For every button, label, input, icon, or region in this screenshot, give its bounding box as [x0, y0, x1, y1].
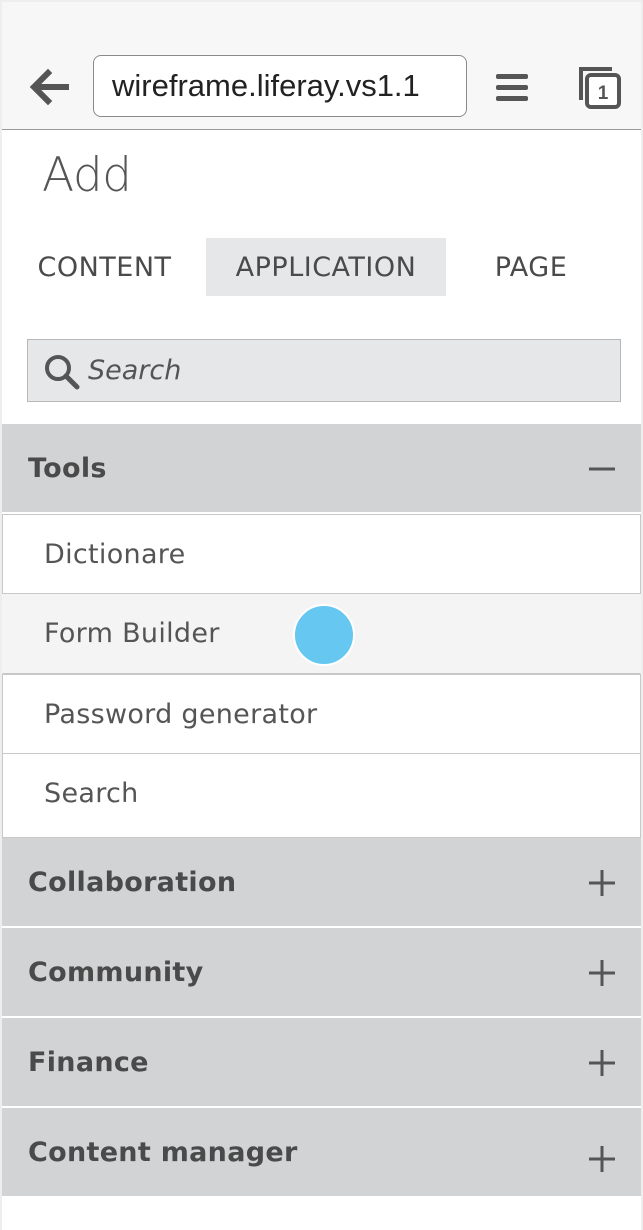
plus-icon[interactable]	[587, 958, 617, 988]
tab-application[interactable]: APPLICATION	[206, 238, 446, 296]
application-accordion: Tools Dictionare Form Builder Password g…	[2, 424, 641, 1198]
plus-icon[interactable]	[587, 1144, 617, 1174]
tab-page[interactable]: PAGE	[472, 238, 590, 296]
list-item-dictionare[interactable]: Dictionare	[2, 514, 641, 594]
tab-content[interactable]: CONTENT	[22, 238, 187, 296]
hamburger-icon[interactable]	[496, 72, 528, 104]
section-label: Collaboration	[28, 867, 237, 898]
search-input[interactable]	[88, 340, 608, 401]
list-item-label: Search	[44, 778, 139, 809]
list-item-label: Password generator	[44, 699, 318, 730]
list-item-label: Form Builder	[44, 618, 220, 649]
section-header-finance[interactable]: Finance	[2, 1018, 641, 1108]
url-field[interactable]: wireframe.liferay.vs1.1	[93, 55, 467, 117]
arrow-left-icon[interactable]	[28, 66, 70, 108]
tabs-icon[interactable]: 1	[576, 64, 622, 110]
section-header-collaboration[interactable]: Collaboration	[2, 838, 641, 928]
list-item-search[interactable]: Search	[2, 754, 641, 838]
browser-toolbar: wireframe.liferay.vs1.1 1	[2, 0, 641, 130]
minus-icon[interactable]	[587, 454, 617, 484]
page-title: Add	[42, 148, 132, 203]
section-label: Content manager	[28, 1137, 298, 1168]
search-icon	[45, 355, 80, 390]
plus-icon[interactable]	[587, 1048, 617, 1078]
section-label: Community	[28, 957, 204, 988]
search-box[interactable]	[27, 339, 621, 402]
section-header-community[interactable]: Community	[2, 928, 641, 1018]
section-label: Tools	[28, 453, 107, 484]
tab-count: 1	[598, 83, 609, 104]
app-frame: wireframe.liferay.vs1.1 1 Add CONTENT AP…	[0, 0, 643, 1230]
list-item-password-generator[interactable]: Password generator	[2, 674, 641, 754]
section-label: Finance	[28, 1047, 149, 1078]
list-item-form-builder[interactable]: Form Builder	[2, 594, 641, 674]
list-item-label: Dictionare	[44, 539, 186, 570]
section-header-content-manager[interactable]: Content manager	[2, 1108, 641, 1198]
plus-icon[interactable]	[587, 868, 617, 898]
section-header-tools[interactable]: Tools	[2, 424, 641, 514]
tap-indicator	[293, 604, 355, 666]
